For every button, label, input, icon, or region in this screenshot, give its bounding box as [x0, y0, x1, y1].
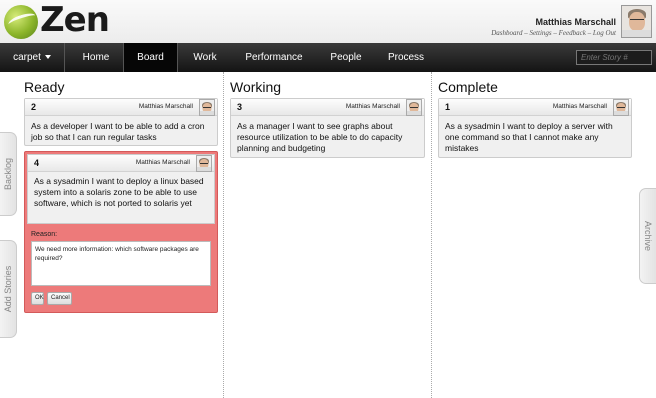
story-owner: Matthias Marschall: [138, 103, 193, 110]
story-description: As a sysadmin I want to deploy a linux b…: [34, 176, 204, 208]
story-search-input[interactable]: [576, 50, 652, 65]
settings-link[interactable]: Settings: [529, 29, 551, 37]
user-avatar[interactable]: [621, 5, 652, 38]
backlog-tab-label: Backlog: [3, 157, 13, 191]
story-owner: Matthias Marschall: [552, 103, 607, 110]
column-title-working: Working: [230, 79, 282, 95]
card-header: 1 Matthias Marschall: [439, 99, 631, 116]
project-name: carpet: [13, 52, 41, 63]
nav-process[interactable]: Process: [379, 43, 433, 72]
nav-board[interactable]: Board: [123, 43, 178, 72]
story-owner: Matthias Marschall: [135, 159, 190, 166]
story-card[interactable]: 1 Matthias Marschall As a sysadmin I wan…: [438, 98, 632, 158]
story-description: As a developer I want to be able to add …: [31, 121, 205, 142]
story-card[interactable]: 2 Matthias Marschall As a developer I wa…: [24, 98, 218, 146]
column-divider: [431, 72, 432, 398]
story-card-body: 4 Matthias Marschall As a sysadmin I wan…: [27, 154, 215, 224]
user-name: Matthias Marschall: [535, 17, 616, 27]
nav-performance[interactable]: Performance: [236, 43, 312, 72]
story-description: As a manager I want to see graphs about …: [237, 121, 403, 153]
reason-textarea[interactable]: We need more information: which software…: [31, 241, 211, 286]
add-stories-tab[interactable]: Add Stories: [0, 240, 17, 338]
owner-avatar: [199, 99, 215, 116]
app-header: Zen Matthias Marschall Dashboard – Setti…: [0, 0, 656, 43]
chevron-down-icon: [44, 55, 51, 59]
story-number: 1: [445, 102, 451, 112]
dashboard-link[interactable]: Dashboard: [491, 29, 522, 37]
owner-avatar: [196, 155, 212, 172]
add-stories-tab-label: Add Stories: [3, 265, 13, 313]
column-divider: [223, 72, 224, 398]
story-owner: Matthias Marschall: [345, 103, 400, 110]
main-nav: carpet Home Board Work Performance Peopl…: [0, 43, 656, 72]
story-card-rejecting[interactable]: 4 Matthias Marschall As a sysadmin I wan…: [24, 151, 218, 313]
story-number: 2: [31, 102, 37, 112]
link-separator: –: [551, 29, 559, 37]
backlog-tab[interactable]: Backlog: [0, 132, 17, 216]
nav-work[interactable]: Work: [180, 43, 230, 72]
story-card[interactable]: 3 Matthias Marschall As a manager I want…: [230, 98, 425, 158]
project-selector[interactable]: carpet: [0, 43, 65, 72]
zen-logo[interactable]: Zen: [4, 0, 110, 40]
cancel-button[interactable]: Cancel: [47, 292, 72, 305]
card-header: 3 Matthias Marschall: [231, 99, 424, 116]
logout-link[interactable]: Log Out: [593, 29, 616, 37]
story-number: 4: [34, 158, 40, 168]
owner-avatar: [406, 99, 422, 116]
reason-label: Reason:: [31, 231, 58, 238]
logo-text: Zen: [40, 0, 110, 40]
owner-avatar: [613, 99, 629, 116]
nav-people[interactable]: People: [318, 43, 374, 72]
archive-tab[interactable]: Archive: [639, 188, 656, 284]
user-links: Dashboard – Settings – Feedback – Log Ou…: [491, 29, 616, 37]
column-title-ready: Ready: [24, 79, 65, 95]
ok-button[interactable]: OK: [31, 292, 44, 305]
feedback-link[interactable]: Feedback: [559, 29, 586, 37]
nav-home[interactable]: Home: [69, 43, 123, 72]
card-header: 2 Matthias Marschall: [25, 99, 217, 116]
story-description: As a sysadmin I want to deploy a server …: [445, 121, 613, 153]
link-separator: –: [585, 29, 593, 37]
story-number: 3: [237, 102, 243, 112]
column-title-complete: Complete: [438, 79, 498, 95]
card-header: 4 Matthias Marschall: [28, 155, 214, 172]
archive-tab-label: Archive: [643, 220, 653, 252]
